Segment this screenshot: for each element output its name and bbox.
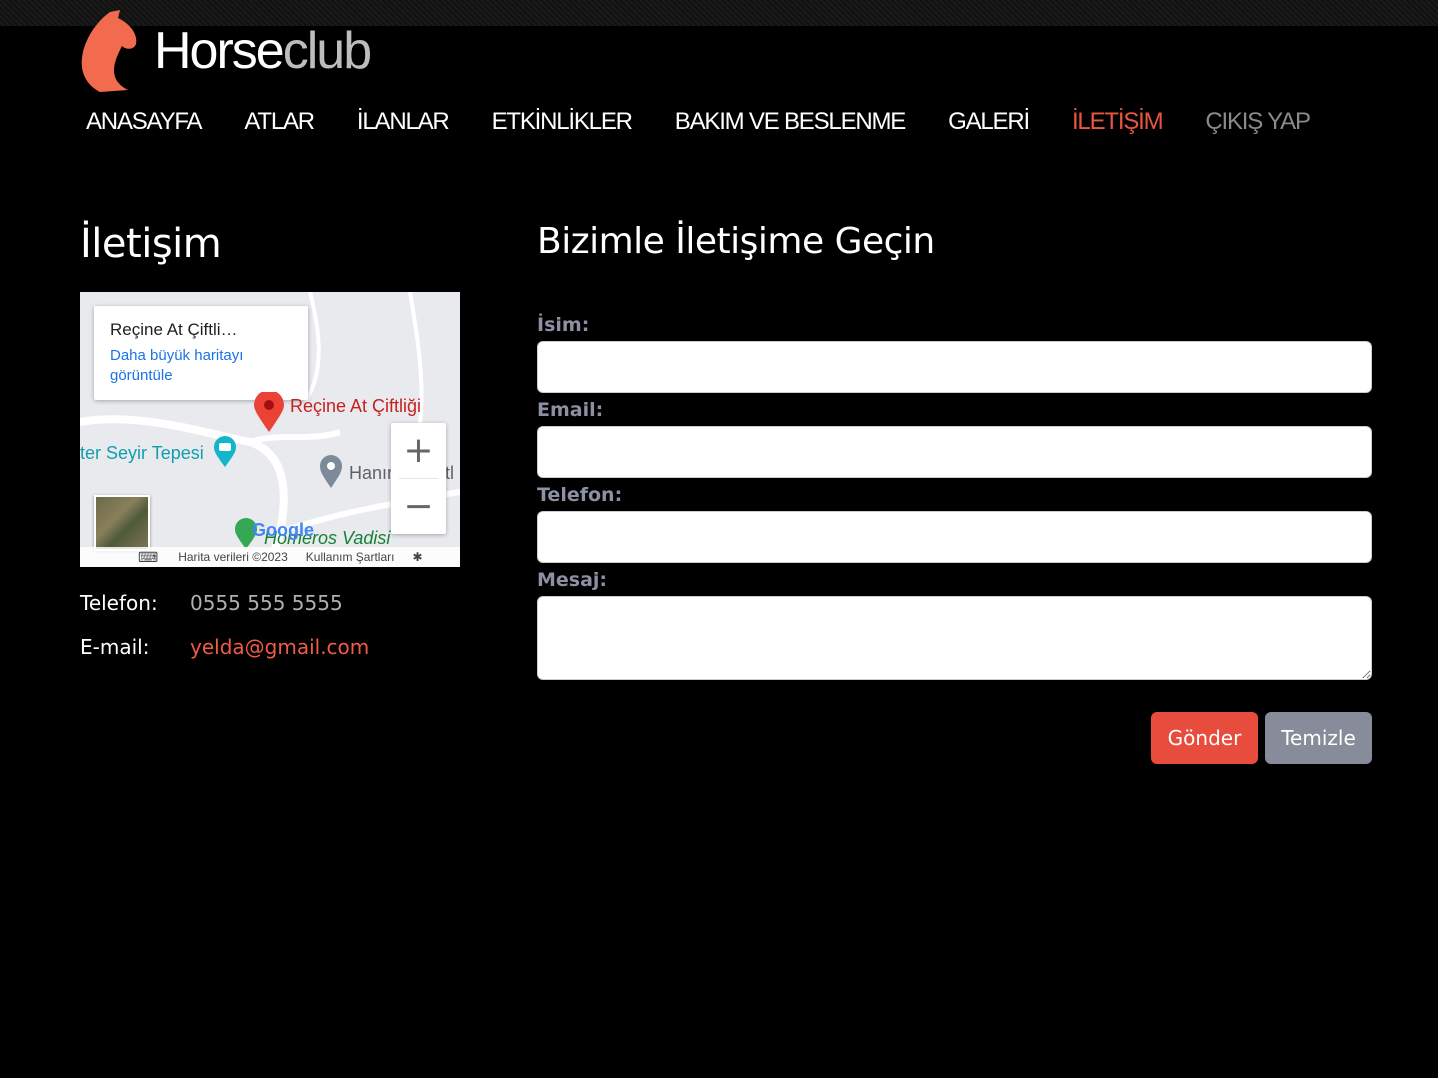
main-nav: ANASAYFA ATLAR İLANLAR ETKİNLİKLER BAKIM… (86, 106, 1353, 138)
map-data-attribution: Harita verileri ©2023 (178, 550, 288, 564)
logo-text: Horseclub (154, 22, 372, 80)
contact-title: İletişim (80, 221, 222, 267)
zoom-in-button[interactable]: + (391, 423, 446, 478)
keyboard-icon[interactable]: ⌨ (138, 549, 158, 566)
map-marker-label: Reçine At Çiftliği (290, 396, 422, 416)
map-footer: ⌨ Harita verileri ©2023 Kullanım Şartlar… (80, 547, 460, 567)
nav-item-atlar[interactable]: ATLAR (244, 106, 315, 138)
map-marker-icon (254, 392, 284, 432)
email-field-label: Email: (537, 399, 604, 421)
contact-info: Telefon: 0555 555 5555 E-mail: yelda@gma… (80, 589, 460, 661)
email-link[interactable]: yelda@gmail.com (190, 633, 369, 661)
map-zoom-control: + − (391, 423, 446, 534)
minus-icon: − (403, 486, 434, 527)
nav-item-anasayfa[interactable]: ANASAYFA (86, 106, 203, 138)
map-larger-link[interactable]: Daha büyük haritayı görüntüle (110, 346, 292, 386)
phone-field-label: Telefon: (537, 484, 623, 506)
horse-head-icon (81, 10, 137, 92)
satellite-toggle[interactable] (94, 495, 150, 551)
google-logo: Google (252, 520, 314, 540)
nav-item-etkinlikler[interactable]: ETKİNLİKLER (492, 106, 633, 138)
nav-item-galeri[interactable]: GALERİ (948, 106, 1030, 138)
map-place-title: Reçine At Çiftli… (110, 320, 238, 339)
name-label: İsim: (537, 314, 590, 336)
message-textarea[interactable] (537, 596, 1372, 680)
email-label: E-mail: (80, 635, 150, 659)
contact-form: İsim: Email: Telefon: Mesaj: (537, 312, 1372, 680)
contact-section: İletişim Reçine At Çiftli… Daha büyük ha… (80, 220, 460, 677)
email-row: E-mail: yelda@gmail.com (80, 633, 460, 661)
submit-button[interactable]: Gönder (1151, 712, 1258, 764)
map-pin-icon (320, 455, 342, 488)
phone-value: 0555 555 5555 (190, 591, 343, 615)
message-label: Mesaj: (537, 569, 608, 591)
map-info-card: Reçine At Çiftli… Daha büyük haritayı gö… (94, 306, 308, 400)
phone-input[interactable] (537, 511, 1372, 563)
logo-text-sub: club (282, 22, 372, 80)
map-terms-link[interactable]: Kullanım Şartları (306, 550, 395, 564)
nav-item-iletisim[interactable]: İLETİŞİM (1072, 106, 1164, 138)
camera-poi-icon (214, 436, 236, 467)
nav-item-bakim-ve-beslenme[interactable]: BAKIM VE BESLENME (675, 106, 907, 138)
form-buttons: Gönder Temizle (1151, 712, 1372, 764)
name-input[interactable] (537, 341, 1372, 393)
reset-button[interactable]: Temizle (1265, 712, 1372, 764)
phone-row: Telefon: 0555 555 5555 (80, 589, 460, 617)
logo[interactable]: Horseclub (80, 10, 372, 92)
plus-icon: + (403, 430, 434, 471)
contact-form-section: Bizimle İletişime Geçin İsim: Email: Tel… (537, 220, 1372, 764)
nav-item-ilanlar[interactable]: İLANLAR (357, 106, 450, 138)
zoom-out-button[interactable]: − (391, 479, 446, 534)
phone-label: Telefon: (80, 591, 158, 615)
map-embed[interactable]: Reçine At Çiftli… Daha büyük haritayı gö… (80, 292, 460, 567)
form-title: Bizimle İletişime Geçin (537, 221, 935, 262)
email-input[interactable] (537, 426, 1372, 478)
logo-text-main: Horse (154, 22, 285, 80)
map-poi-seyir-tepesi: ter Seyir Tepesi (80, 443, 204, 463)
report-bug-icon[interactable]: ✱ (412, 550, 422, 564)
nav-item-cikis-yap[interactable]: ÇIKIŞ YAP (1205, 106, 1311, 138)
